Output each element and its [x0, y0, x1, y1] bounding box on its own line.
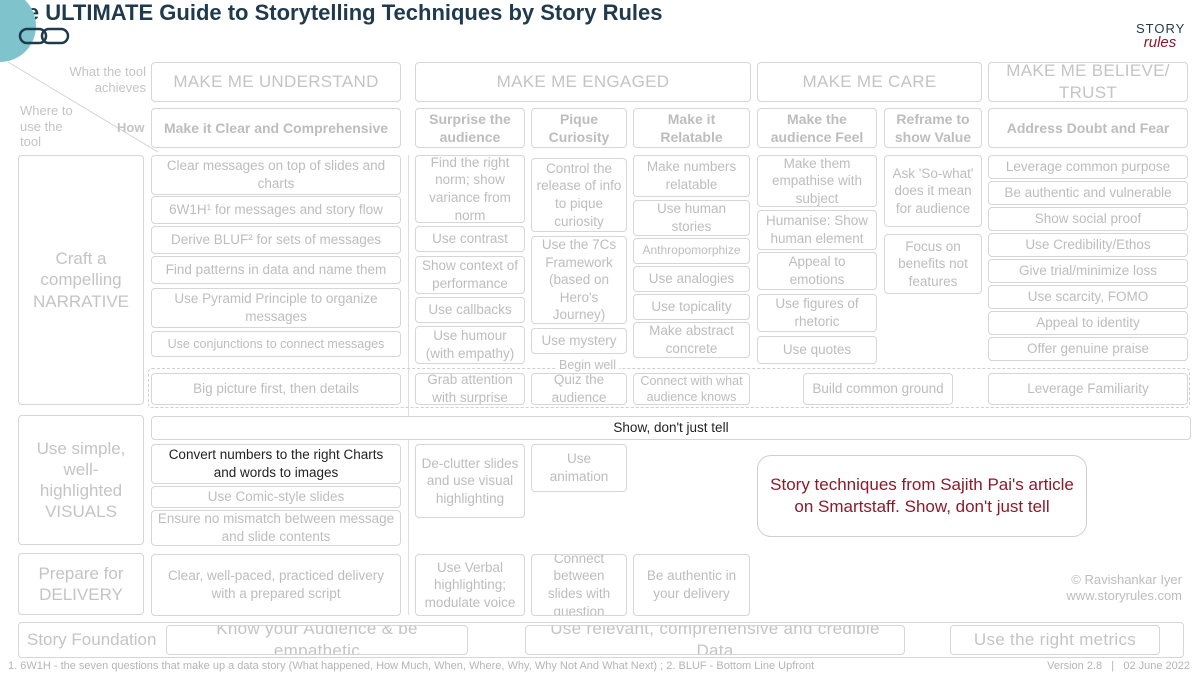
subhead-relatable: Make it Relatable — [633, 108, 750, 148]
row-header-delivery: Prepare for DELIVERY — [18, 553, 144, 615]
cell-figures-rhetoric: Use figures of rhetoric — [757, 294, 877, 332]
corner-what-label: What the tool achieves — [69, 64, 146, 96]
row-header-visuals: Use simple, well-highlighted VISUALS — [18, 415, 144, 545]
cell-bluf: Derive BLUF² for sets of messages — [151, 226, 401, 254]
page-title: The ULTIMATE Guide to Storytelling Techn… — [0, 0, 663, 25]
cell-7cs: Use the 7Cs Framework (based on Hero's J… — [531, 236, 627, 324]
cell-connect-slides: Connect between slides with question — [531, 554, 627, 616]
cell-big-picture: Big picture first, then details — [151, 373, 401, 405]
cell-convert-charts: Convert numbers to the right Charts and … — [151, 444, 401, 484]
cell-appeal-emotions: Appeal to emotions — [757, 252, 877, 290]
cell-right-metrics: Use the right metrics — [950, 625, 1160, 655]
corner-where-label: Where to use the tool — [20, 103, 73, 150]
cell-anthropomorphize: Anthropomorphize — [633, 238, 750, 264]
cell-authentic-vulnerable: Be authentic and vulnerable — [988, 181, 1188, 205]
credit-author: © Ravishankar Iyer — [1071, 572, 1182, 587]
corner-how-label: How — [117, 120, 145, 135]
column-header-believe: MAKE ME BELIEVE/ TRUST — [988, 62, 1188, 102]
cell-data: Use relevant, comprehensive and credible… — [525, 625, 905, 655]
cell-identity: Appeal to identity — [988, 311, 1188, 335]
cell-humanise: Humanise: Show human element — [757, 210, 877, 250]
cell-no-mismatch: Ensure no mismatch between message and s… — [151, 510, 401, 546]
source-callout: Story techniques from Sajith Pai's artic… — [757, 455, 1087, 537]
subhead-surprise: Surprise the audience — [415, 108, 525, 148]
cell-credibility: Use Credibility/Ethos — [988, 233, 1188, 257]
cell-animation: Use animation — [531, 444, 627, 492]
column-header-care: MAKE ME CARE — [757, 62, 982, 102]
cell-6w1h: 6W1H¹ for messages and story flow — [151, 196, 401, 224]
cell-humour: Use humour (with empathy) — [415, 326, 525, 364]
cell-context: Show context of performance — [415, 256, 525, 294]
version-label: Version 2.8 | 02 June 2022 — [1047, 660, 1190, 672]
cell-mystery: Use mystery — [531, 328, 627, 354]
cell-common-purpose: Leverage common purpose — [988, 155, 1188, 179]
cell-comic-style: Use Comic-style slides — [151, 486, 401, 508]
cell-trial: Give trial/minimize loss — [988, 259, 1188, 283]
cell-clear-messages: Clear messages on top of slides and char… — [151, 155, 401, 195]
subhead-feel: Make the audience Feel — [757, 108, 877, 148]
cell-pyramid: Use Pyramid Principle to organize messag… — [151, 288, 401, 328]
cell-so-what: Ask 'So-what' does it mean for audience — [884, 155, 982, 227]
cell-social-proof: Show social proof — [988, 207, 1188, 231]
cell-empathise: Make them empathise with subject — [757, 155, 877, 207]
subhead-pique: Pique Curiosity — [531, 108, 627, 148]
cell-know-audience: Know your Audience & be empathetic — [166, 625, 468, 655]
cell-analogies: Use analogies — [633, 266, 750, 292]
cell-show-dont-tell: Show, don't just tell — [151, 416, 1191, 440]
subhead-doubt: Address Doubt and Fear — [988, 108, 1188, 148]
story-rules-logo: STORY rules — [1136, 22, 1184, 50]
footnote: 1. 6W1H - the seven questions that make … — [8, 660, 815, 672]
begin-well-label: Begin well — [556, 358, 619, 372]
subhead-clear: Make it Clear and Comprehensive — [151, 108, 401, 148]
cell-conjunctions: Use conjunctions to connect messages — [151, 331, 401, 357]
cell-quotes: Use quotes — [757, 336, 877, 364]
cell-benefits: Focus on benefits not features — [884, 234, 982, 294]
cell-scarcity: Use scarcity, FOMO — [988, 285, 1188, 309]
subhead-reframe: Reframe to show Value — [884, 108, 982, 148]
cell-authentic-delivery: Be authentic in your delivery — [633, 554, 750, 616]
cell-connect-knows: Connect with what audience knows — [633, 373, 750, 405]
cell-contrast: Use contrast — [415, 226, 525, 252]
row-header-narrative: Craft a compelling NARRATIVE — [18, 155, 144, 405]
cell-well-paced: Clear, well-paced, practiced delivery wi… — [151, 554, 401, 616]
column-header-engaged: MAKE ME ENGAGED — [415, 62, 751, 102]
cell-verbal-highlighting: Use Verbal highlighting; modulate voice — [415, 554, 525, 616]
cell-control-release: Control the release of info to pique cur… — [531, 158, 627, 232]
cell-norm: Find the right norm; show variance from … — [415, 155, 525, 223]
cell-human-stories: Use human stories — [633, 200, 750, 236]
logo-line-2: rules — [1143, 34, 1177, 51]
cell-grab-attention: Grab attention with surprise — [415, 373, 525, 405]
cell-patterns: Find patterns in data and name them — [151, 256, 401, 284]
credit-site: www.storyrules.com — [1066, 588, 1182, 603]
cell-declutter: De-clutter slides and use visual highlig… — [415, 444, 525, 518]
cell-abstract-concrete: Make abstract concrete — [633, 322, 750, 358]
column-header-understand: MAKE ME UNDERSTAND — [151, 62, 401, 102]
cell-quiz: Quiz the audience — [531, 373, 627, 405]
cell-familiarity: Leverage Familiarity — [988, 373, 1188, 405]
link-chain-icon — [18, 27, 70, 45]
cell-callbacks: Use callbacks — [415, 297, 525, 323]
cell-common-ground: Build common ground — [803, 373, 953, 405]
cell-numbers-relatable: Make numbers relatable — [633, 155, 750, 197]
cell-topicality: Use topicality — [633, 294, 750, 320]
cell-genuine-praise: Offer genuine praise — [988, 337, 1188, 361]
